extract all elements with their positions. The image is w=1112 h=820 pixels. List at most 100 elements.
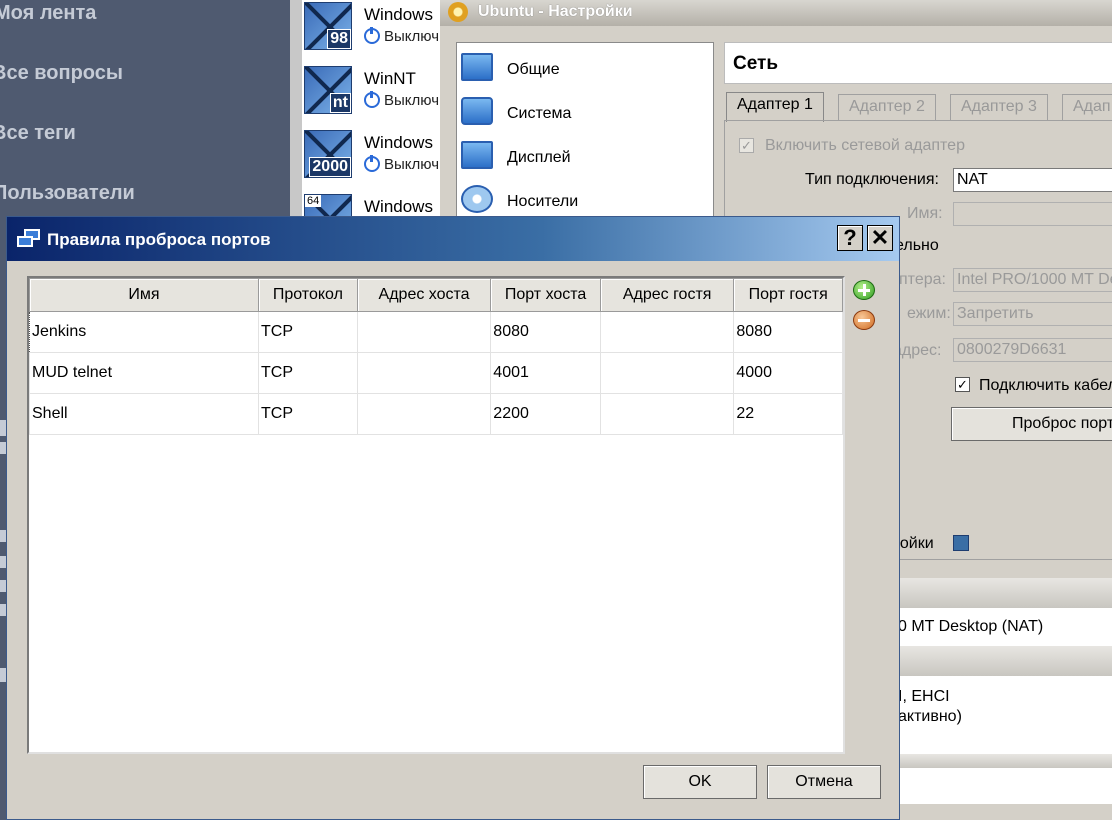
column-header-guest-ip[interactable]: Адрес гостя [599,278,735,312]
cell-protocol[interactable]: TCP [257,393,358,435]
network-summary: 0 MT Desktop (NAT) [898,618,1044,635]
help-button[interactable]: ? [837,225,863,251]
cell-protocol[interactable]: TCP [257,311,358,353]
details-box: I, EHCI активно) [898,676,1112,754]
section-header: Сеть [724,42,1112,84]
promiscuous-label: ежим: [907,305,951,322]
nav-questions[interactable]: Все вопросы [0,62,123,85]
name-select[interactable] [953,202,1112,226]
column-header-protocol[interactable]: Протокол [257,278,358,312]
category-system[interactable]: Система [461,93,711,133]
vm-name: Windows [364,133,433,152]
power-icon [364,27,380,44]
disc-icon [461,185,493,213]
port-forwarding-button[interactable]: Проброс порт [951,407,1112,441]
cell-guest-ip[interactable] [599,393,735,435]
cable-connected-label: Подключить кабел [979,377,1112,394]
column-header-name[interactable]: Имя [29,278,259,312]
table-row[interactable]: Jenkins TCP 8080 8080 [29,311,843,353]
port-forwarding-dialog: Правила проброса портов ? ✕ Имя Протокол… [6,216,900,820]
settings-titlebar[interactable]: Ubuntu - Настройки [440,0,1112,26]
cell-guest-port[interactable]: 22 [733,393,843,435]
enable-adapter-checkbox[interactable]: ✓ [739,138,754,153]
vm-item[interactable]: 2000 Windows Выключ [304,130,440,190]
cell-name[interactable]: MUD telnet [29,352,259,394]
general-icon [461,53,493,81]
column-header-host-ip[interactable]: Адрес хоста [356,278,492,312]
vm-state-text: Выключ [384,28,440,45]
cell-name[interactable]: Jenkins [29,311,259,353]
cancel-button[interactable]: Отмена [767,765,881,799]
cell-host-ip[interactable] [356,393,492,435]
connection-type-select[interactable]: NAT [953,168,1112,192]
cell-host-port[interactable]: 8080 [490,311,601,353]
cell-guest-ip[interactable] [599,352,735,394]
details-box [898,768,1112,804]
cell-protocol[interactable]: TCP [257,352,358,394]
usb-summary: I, EHCI [898,688,950,705]
mac-address-label: адрес: [893,342,942,359]
cell-guest-port[interactable]: 8080 [733,311,843,353]
tab-adapter-2[interactable]: Адаптер 2 [838,94,936,120]
vm-item[interactable]: 98 Windows Выключ [304,2,440,62]
category-general[interactable]: Общие [461,49,711,89]
category-storage[interactable]: Носители [461,181,711,221]
category-label: Дисплей [507,149,571,166]
windows-logo-icon: nt [304,66,352,114]
gear-icon [448,2,468,22]
power-icon [364,155,380,172]
settings-title: Ubuntu - Настройки [478,3,633,20]
category-display[interactable]: Дисплей [461,137,711,177]
cell-host-ip[interactable] [356,352,492,394]
rules-grid: Имя Протокол Адрес хоста Порт хоста Адре… [29,278,843,435]
mac-address-field[interactable]: 0800279D6631 [953,338,1112,362]
nav-tags[interactable]: Все теги [0,122,76,145]
vm-name: WinNT [364,69,416,88]
cell-name[interactable]: Shell [29,393,259,435]
nav-feed[interactable]: Моя лента [0,2,96,25]
column-header-host-port[interactable]: Порт хоста [490,278,601,312]
vm-state: Выключ [364,155,439,173]
close-button[interactable]: ✕ [867,225,893,251]
promiscuous-select[interactable]: Запретить [953,302,1112,326]
column-header-guest-port[interactable]: Порт гостя [733,278,843,312]
vm-item[interactable]: nt WinNT Выключ [304,66,440,126]
vm-badge: 64 [305,195,322,207]
vm-name: Windows [364,197,433,216]
dialog-titlebar[interactable]: Правила проброса портов ? ✕ [7,217,899,261]
cell-host-port[interactable]: 4001 [490,352,601,394]
cell-guest-ip[interactable] [599,311,735,353]
vm-badge: nt [329,93,351,113]
nav-users[interactable]: Пользователи [0,182,135,205]
section-title: Сеть [733,53,779,74]
vm-list: 98 Windows Выключ nt WinNT Выключ 2000 W… [290,0,440,230]
cell-host-ip[interactable] [356,311,492,353]
category-label: Система [507,105,572,122]
cell-host-port[interactable]: 2200 [490,393,601,435]
network-icon [17,229,41,249]
monitor-icon [461,141,493,169]
table-row[interactable]: MUD telnet TCP 4001 4000 [29,352,843,394]
windows-logo-icon: 98 [304,2,352,50]
cell-guest-port[interactable]: 4000 [733,352,843,394]
details-header [898,754,1112,768]
tab-adapter-3[interactable]: Адаптер 3 [950,94,1048,120]
table-header: Имя Протокол Адрес хоста Порт хоста Адре… [29,278,843,312]
cable-connected-checkbox[interactable]: ✓ [955,377,970,392]
adapter-type-select[interactable]: Intel PRO/1000 MT De [953,268,1112,292]
table-row[interactable]: Shell TCP 2200 22 [29,393,843,435]
vm-badge: 2000 [309,157,351,177]
adapter-type-label: птера: [899,271,946,288]
chip-icon [461,97,493,125]
advanced-toggle[interactable]: ельно [895,237,939,255]
add-rule-icon[interactable] [853,280,877,302]
power-icon [364,91,380,108]
ok-button[interactable]: OK [643,765,757,799]
vm-state-text: Выключ [384,92,440,109]
tab-adapter-1[interactable]: Адаптер 1 [726,92,824,122]
vm-name: Windows [364,5,433,24]
vm-state: Выключ [364,27,440,45]
remove-rule-icon[interactable] [853,310,877,332]
tab-adapter-4[interactable]: Адап [1062,94,1112,120]
settings-icon[interactable] [953,535,969,551]
